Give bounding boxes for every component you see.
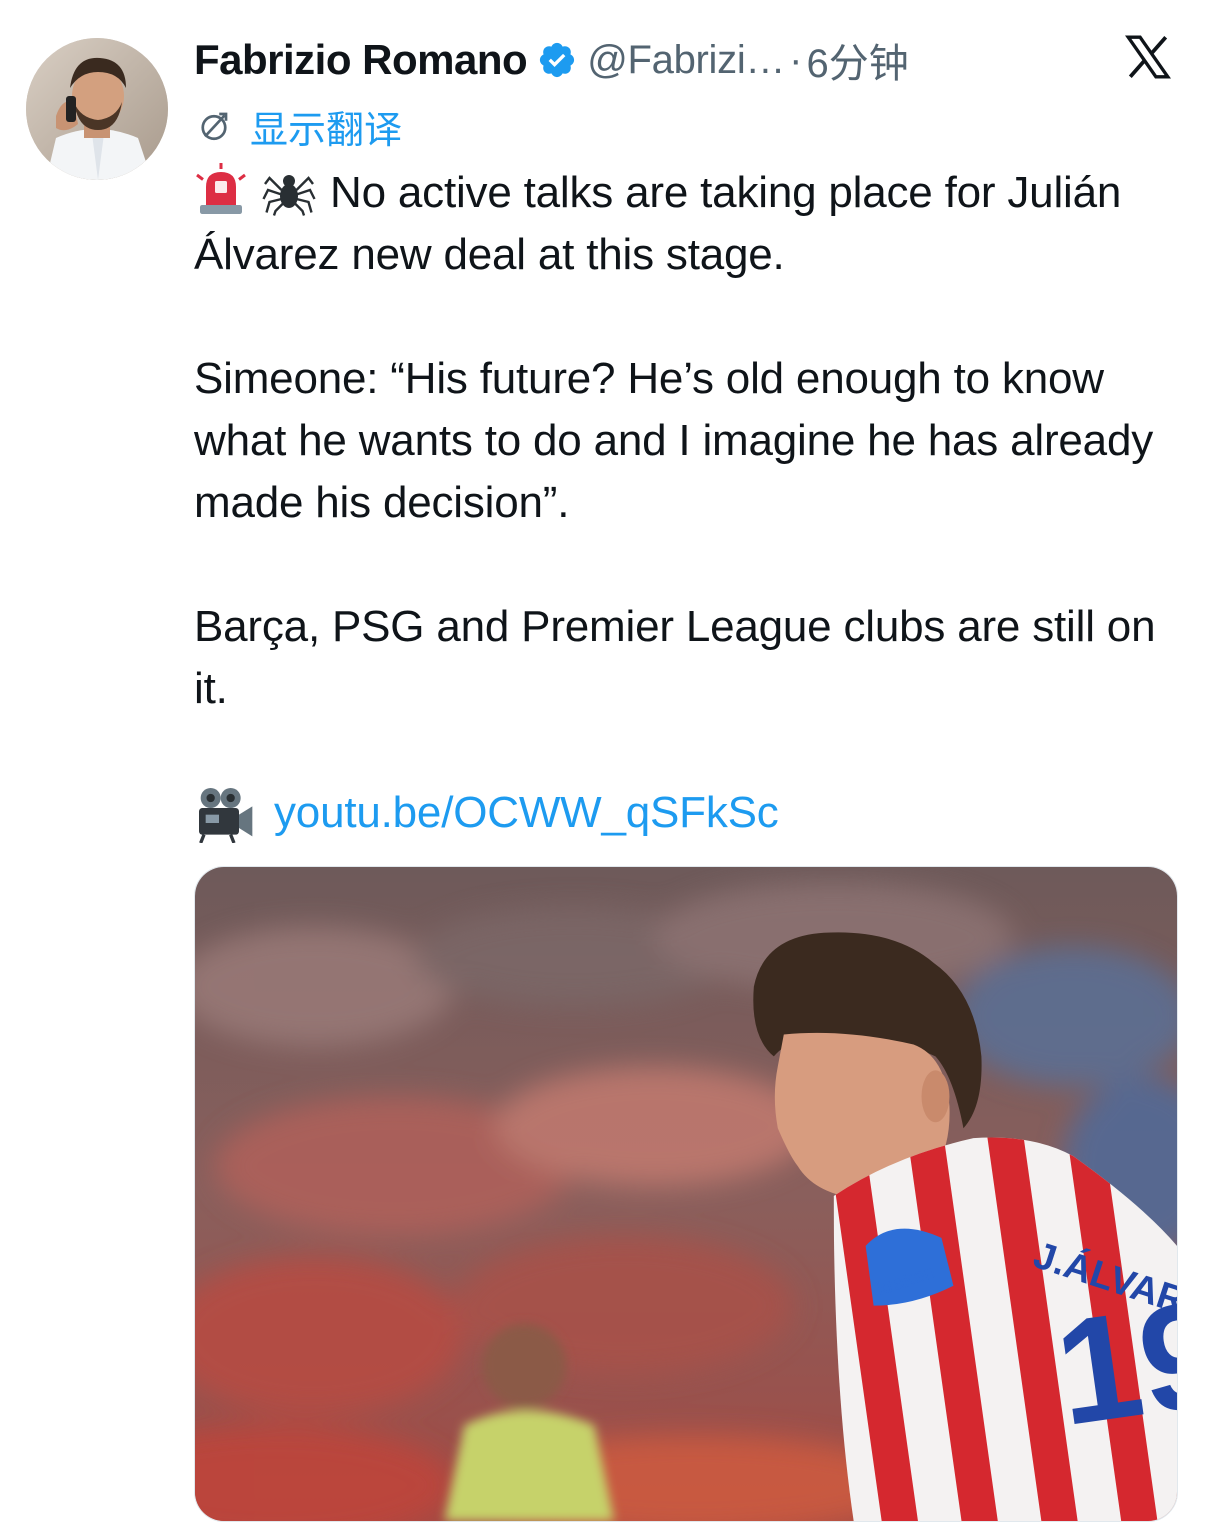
tweet-paragraph-2: Simeone: “His future? He’s old enough to… <box>194 354 1154 527</box>
link-row: youtu.be/OCWW_qSFkSc <box>194 782 1184 844</box>
tweet-header: Fabrizio Romano @Fabrizi… · 6分钟 <box>194 32 909 88</box>
tweet-paragraph-1: No active talks are taking place for Jul… <box>194 162 1184 286</box>
translate-icon <box>196 108 232 144</box>
verified-badge-icon <box>537 40 577 80</box>
avatar-image <box>26 38 168 180</box>
tweet-media-image[interactable]: 19 J.ÁLVAREZ kraken <box>194 866 1178 1522</box>
tweet-text: No active talks are taking place for Jul… <box>194 162 1184 844</box>
spider-icon <box>262 163 316 217</box>
separator-dot: · <box>789 37 803 82</box>
tweet-paragraph-3: Barça, PSG and Premier League clubs are … <box>194 602 1156 713</box>
show-translation-button[interactable]: 显示翻译 <box>196 102 402 152</box>
avatar[interactable] <box>26 38 168 180</box>
tweet-line-1: No active talks are taking place for Jul… <box>194 168 1122 279</box>
rotating-light-icon <box>194 163 248 217</box>
photo-football-player: 19 J.ÁLVAREZ kraken <box>195 867 1177 1521</box>
youtube-link[interactable]: youtu.be/OCWW_qSFkSc <box>274 782 779 844</box>
handle[interactable]: @Fabrizi… <box>587 38 785 83</box>
show-translation-label: 显示翻译 <box>250 109 403 152</box>
display-name[interactable]: Fabrizio Romano <box>194 36 528 84</box>
x-logo-icon <box>1122 32 1174 82</box>
tweet-card: Fabrizio Romano @Fabrizi… · 6分钟 显示翻译 No … <box>0 0 1206 1529</box>
movie-camera-icon <box>194 783 254 844</box>
timestamp[interactable]: 6分钟 <box>806 31 908 89</box>
